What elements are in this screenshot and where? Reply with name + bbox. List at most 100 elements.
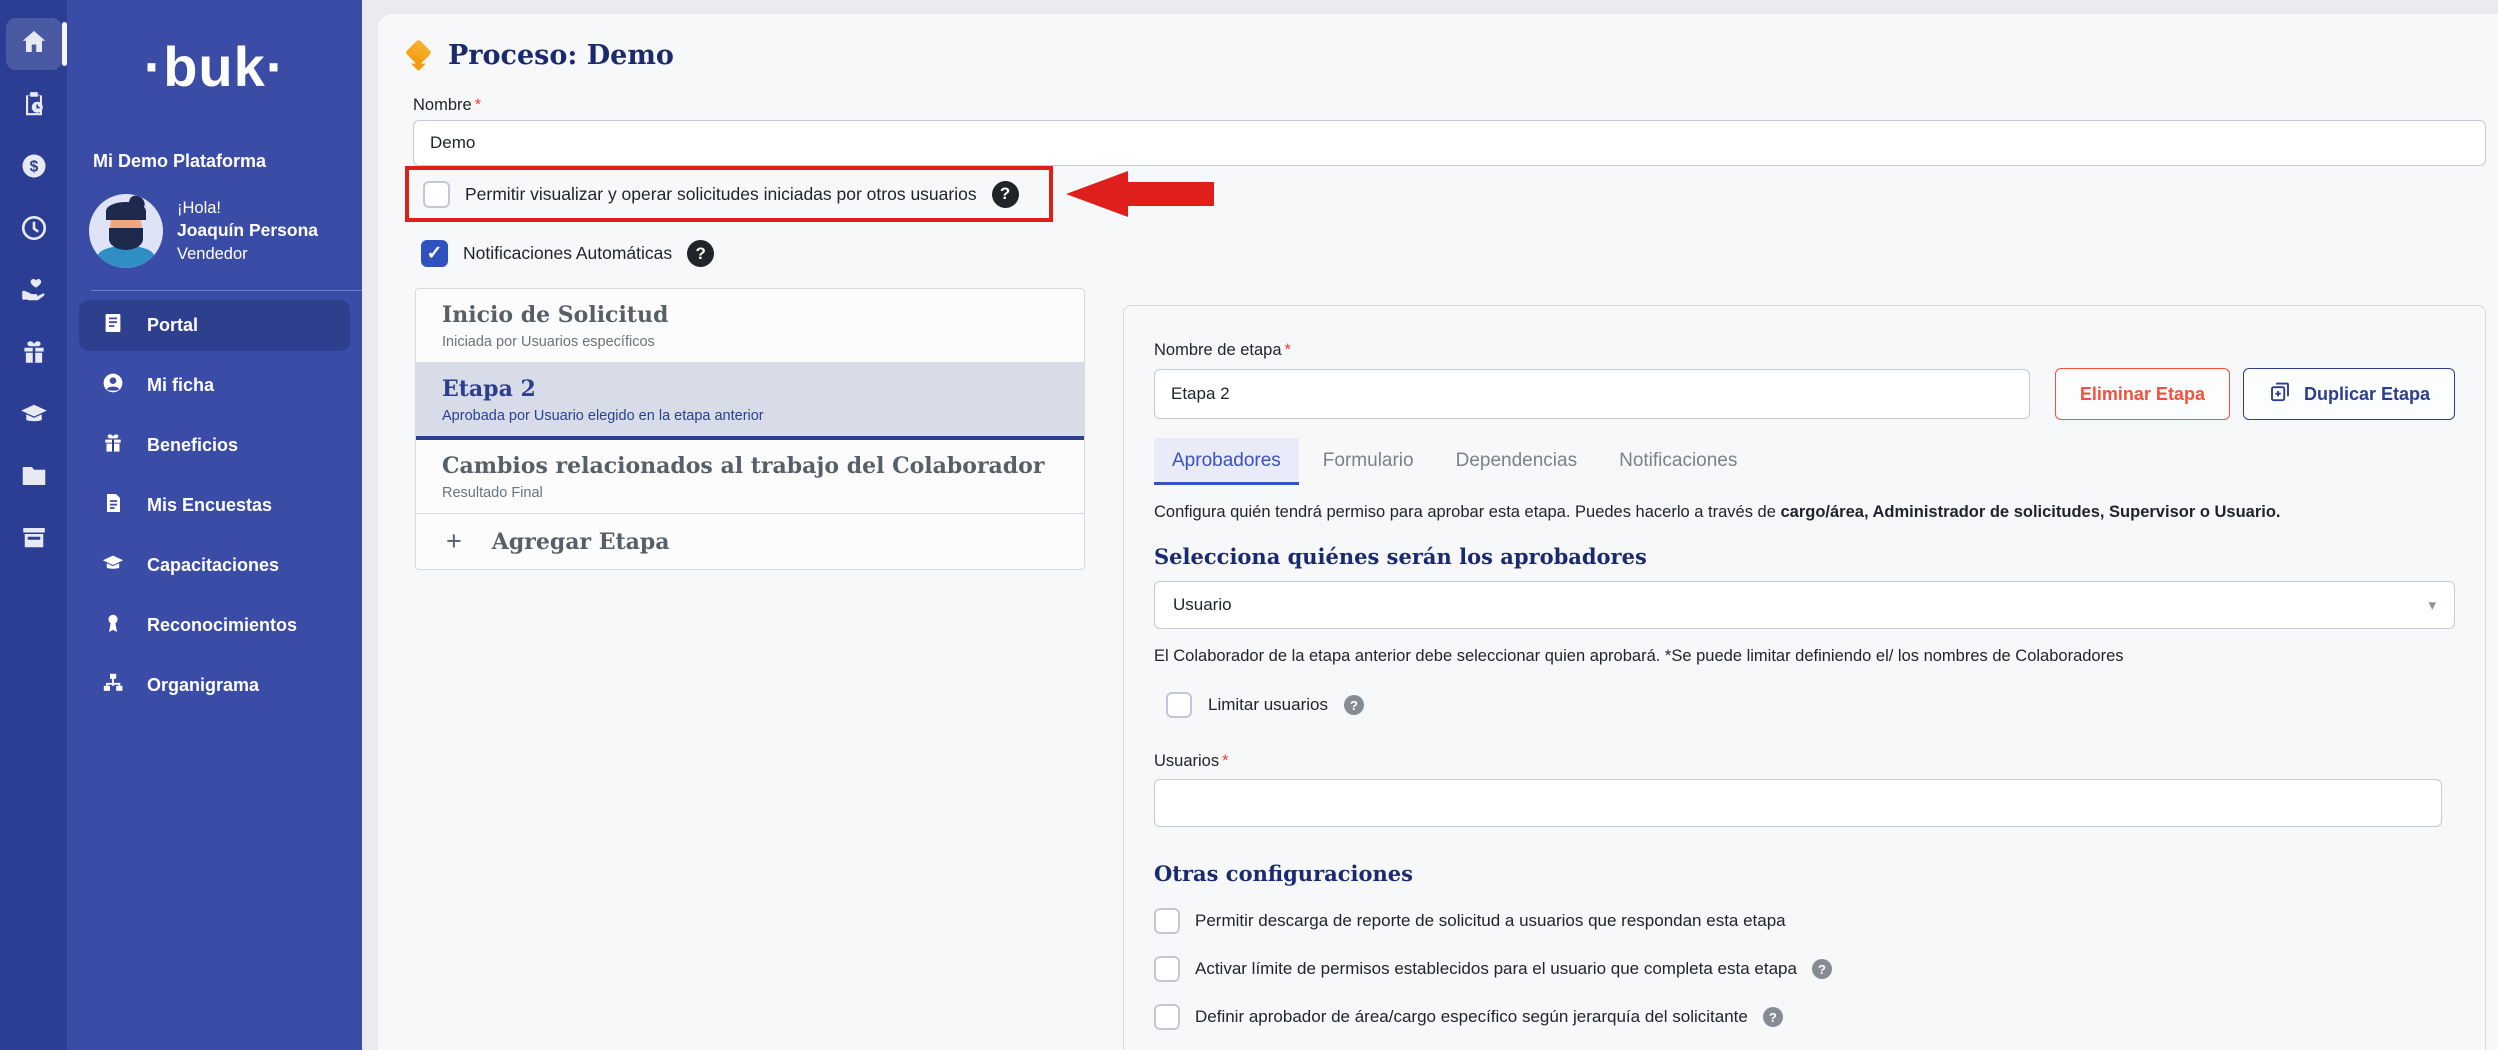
time-icon xyxy=(19,213,49,248)
user-name: Joaquín Persona xyxy=(177,219,318,243)
help-icon[interactable]: ? xyxy=(1344,695,1364,715)
approver-type-select[interactable]: Usuario ▾ xyxy=(1154,581,2455,629)
stage-tabs: AprobadoresFormularioDependenciasNotific… xyxy=(1154,438,2455,485)
duplicate-stage-button[interactable]: Duplicar Etapa xyxy=(2243,368,2455,420)
stage-list: Inicio de SolicitudIniciada por Usuarios… xyxy=(415,288,1085,570)
other-option-checkbox[interactable] xyxy=(1154,956,1180,982)
avatar xyxy=(89,194,163,268)
stage-subtitle: Resultado Final xyxy=(442,485,1058,501)
tab-notificaciones[interactable]: Notificaciones xyxy=(1601,438,1755,485)
survey-doc-icon xyxy=(101,491,125,520)
rail-item-clipboard-tasks[interactable] xyxy=(6,80,62,132)
rail-item-hand-heart[interactable] xyxy=(6,266,62,318)
sidebar-item-beneficios[interactable]: Beneficios xyxy=(79,420,350,471)
rail-item-benefits-gift[interactable] xyxy=(6,328,62,380)
required-marker: * xyxy=(1285,341,1291,359)
sidebar-item-label: Mis Encuestas xyxy=(147,495,272,516)
sidebar-menu: Portal Mi ficha Beneficios Mis Encuestas Cap… xyxy=(67,300,362,711)
sidebar-item-label: Capacitaciones xyxy=(147,555,279,576)
help-icon[interactable]: ? xyxy=(992,181,1019,208)
stage-name-label: Nombre de etapa* xyxy=(1154,341,1291,359)
stage-list-item[interactable]: Etapa 2 Aprobada por Usuario elegido en l… xyxy=(416,363,1084,440)
auto-notifications-label: Notificaciones Automáticas xyxy=(463,243,672,264)
trainings-cap-icon xyxy=(19,399,49,434)
rail-item-payments[interactable]: $ xyxy=(6,142,62,194)
other-option-label: Definir aprobador de área/cargo específi… xyxy=(1195,1007,1748,1027)
portal-doc-icon xyxy=(101,311,125,340)
process-card: Proceso: Demo Nombre* Permitir visualiza… xyxy=(378,14,2498,1050)
auto-notifications-checkbox[interactable]: ✓ xyxy=(421,240,448,267)
duplicate-icon xyxy=(2268,380,2292,409)
sidebar-item-organigrama[interactable]: Organigrama xyxy=(79,660,350,711)
benefits-gift-icon xyxy=(101,431,125,460)
help-icon[interactable]: ? xyxy=(1763,1007,1783,1027)
rail-item-marketplace-store[interactable] xyxy=(6,514,62,566)
profile-icon xyxy=(101,371,125,400)
allow-view-other-users-checkbox[interactable] xyxy=(423,181,450,208)
add-stage-label: Agregar Etapa xyxy=(492,529,670,555)
required-marker: * xyxy=(1222,752,1228,770)
other-config-heading: Otras configuraciones xyxy=(1154,861,2455,886)
sidebar-item-label: Reconocimientos xyxy=(147,615,297,636)
orgchart-icon xyxy=(101,671,125,700)
user-greeting: ¡Hola! xyxy=(177,197,318,219)
main-area: Proceso: Demo Nombre* Permitir visualiza… xyxy=(362,0,2498,1050)
stage-list-item[interactable]: Cambios relacionados al trabajo del Cola… xyxy=(416,440,1084,514)
sidebar-item-capacitaciones[interactable]: Capacitaciones xyxy=(79,540,350,591)
limit-users-checkbox[interactable] xyxy=(1166,692,1192,718)
process-name-input[interactable] xyxy=(413,120,2486,166)
tab-formulario[interactable]: Formulario xyxy=(1305,438,1432,485)
stage-title: Etapa 2 xyxy=(442,376,1058,402)
benefits-gift-icon xyxy=(19,337,49,372)
stage-subtitle: Aprobada por Usuario elegido en la etapa… xyxy=(442,408,1058,424)
annotation-highlight-box: Permitir visualizar y operar solicitudes… xyxy=(405,166,1053,222)
sidebar: ·buk· Mi Demo Plataforma ¡Hola! Joaquín … xyxy=(67,0,362,1050)
users-input[interactable] xyxy=(1154,779,2442,827)
other-option-checkbox[interactable] xyxy=(1154,1004,1180,1030)
user-block: ¡Hola! Joaquín Persona Vendedor xyxy=(89,194,362,268)
plus-icon: + xyxy=(446,528,462,555)
delete-stage-button[interactable]: Eliminar Etapa xyxy=(2055,368,2230,420)
stage-name-input[interactable] xyxy=(1154,369,2030,419)
sidebar-item-label: Portal xyxy=(147,315,198,336)
process-diamond-icon xyxy=(406,43,432,69)
stage-detail-panel: Nombre de etapa* Eliminar Etapa Duplicar… xyxy=(1123,305,2486,1050)
sidebar-item-reconocimientos[interactable]: Reconocimientos xyxy=(79,600,350,651)
stage-list-item[interactable]: Inicio de SolicitudIniciada por Usuarios… xyxy=(416,289,1084,363)
auto-notifications-row: ✓ Notificaciones Automáticas ? xyxy=(421,240,714,267)
other-option-label: Activar límite de permisos establecidos … xyxy=(1195,959,1797,979)
tab-dependencias[interactable]: Dependencias xyxy=(1438,438,1595,485)
hand-heart-icon xyxy=(19,275,49,310)
svg-text:$: $ xyxy=(29,158,38,175)
sidebar-item-mi-ficha[interactable]: Mi ficha xyxy=(79,360,350,411)
active-rail-indicator xyxy=(62,22,67,66)
rail-item-time[interactable] xyxy=(6,204,62,256)
org-name: Mi Demo Plataforma xyxy=(93,151,362,172)
sidebar-item-mis-encuestas[interactable]: Mis Encuestas xyxy=(79,480,350,531)
payments-icon: $ xyxy=(19,151,49,186)
sidebar-item-portal[interactable]: Portal xyxy=(79,300,350,351)
home-icon xyxy=(19,27,49,62)
rail-item-documents-folder[interactable] xyxy=(6,452,62,504)
add-stage-button[interactable]: + Agregar Etapa xyxy=(416,514,1084,569)
approver-type-value: Usuario xyxy=(1173,595,1232,615)
documents-folder-icon xyxy=(19,461,49,496)
sidebar-item-label: Organigrama xyxy=(147,675,259,696)
medal-icon xyxy=(101,611,125,640)
page-title: Proceso: Demo xyxy=(448,40,674,71)
rail-item-trainings-cap[interactable] xyxy=(6,390,62,442)
approver-helper-text: El Colaborador de la etapa anterior debe… xyxy=(1154,647,2455,666)
approvers-heading: Selecciona quiénes serán los aprobadores xyxy=(1154,544,2455,569)
other-option-checkbox[interactable] xyxy=(1154,908,1180,934)
other-option-row: Definir aprobador de área/cargo específi… xyxy=(1154,1004,2455,1030)
help-icon[interactable]: ? xyxy=(1812,959,1832,979)
help-icon[interactable]: ? xyxy=(687,240,714,267)
sidebar-divider xyxy=(91,290,362,291)
stage-title: Inicio de Solicitud xyxy=(442,302,1058,328)
user-role: Vendedor xyxy=(177,243,318,265)
approvers-intro: Configura quién tendrá permiso para apro… xyxy=(1154,503,2455,522)
tab-aprobadores[interactable]: Aprobadores xyxy=(1154,438,1299,485)
buk-logo: ·buk· xyxy=(67,34,362,99)
clipboard-tasks-icon xyxy=(19,89,49,124)
rail-item-home[interactable] xyxy=(6,18,62,70)
